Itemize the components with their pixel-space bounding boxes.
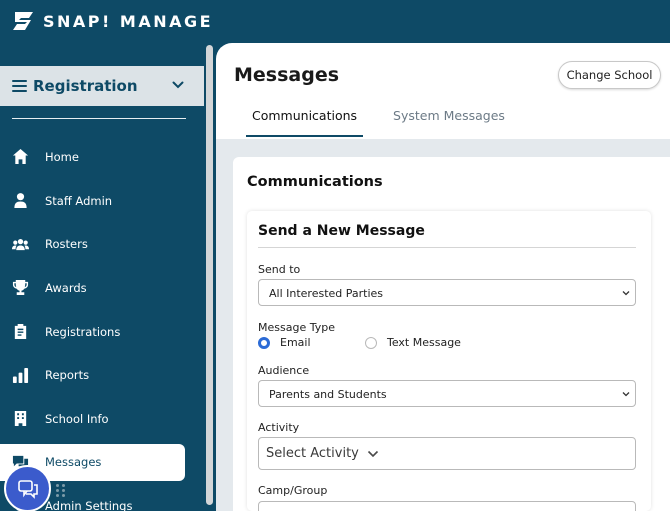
form-title: Send a New Message [258,223,425,239]
sidebar: Registration Home Staff Admin Rosters Aw… [0,43,204,511]
sidebar-item-awards[interactable]: Awards [0,266,204,310]
tab-communications[interactable]: Communications [246,105,364,137]
activity-select[interactable]: Select Activity [258,437,636,470]
brand-logo[interactable]: SNAP! MANAGE [11,10,213,32]
chevron-down-icon [172,81,184,89]
bar-chart-icon [12,367,29,384]
sidebar-item-home[interactable]: Home [0,135,204,179]
brand-name: SNAP! MANAGE [43,11,214,31]
sidebar-item-label: Rosters [45,237,88,252]
person-icon [12,192,29,209]
drag-handle-icon[interactable] [56,484,66,497]
sidebar-item-label: Registrations [45,324,121,339]
sidebar-scrollbar[interactable] [205,43,214,511]
page-title: Messages [234,64,340,86]
communications-title: Communications [247,174,383,190]
sidebar-nav: Home Staff Admin Rosters Awards Registra… [0,135,204,511]
chevron-down-icon [367,450,378,457]
send-to-label: Send to [258,263,301,276]
sidebar-item-label: School Info [45,411,109,426]
snap-logo-icon [13,12,33,30]
radio-text-message-circle[interactable] [365,336,377,349]
sidebar-item-reports[interactable]: Reports [0,353,204,397]
chat-bubble-icon [17,479,38,499]
chat-widget-button[interactable] [4,465,51,511]
sidebar-item-school-info[interactable]: School Info [0,397,204,441]
send-to-select[interactable]: All Interested Parties [258,279,636,306]
top-bar: SNAP! MANAGE [0,0,670,43]
sidebar-item-rosters[interactable]: Rosters [0,222,204,266]
home-icon [12,148,29,165]
send-message-form: Send a New Message Send to All Intereste… [247,211,651,511]
menu-icon [12,80,27,92]
sidebar-item-label: Awards [45,280,87,295]
send-to-value: All Interested Parties [269,287,384,300]
clipboard-icon [12,323,29,340]
sidebar-item-staff-admin[interactable]: Staff Admin [0,179,204,223]
chevron-down-icon [622,392,630,397]
sidebar-item-label: Staff Admin [45,193,113,208]
sidebar-divider [12,118,186,119]
radio-email-label: Email [280,336,311,349]
section-dropdown[interactable]: Registration [0,66,204,106]
communications-card: Communications Send a New Message Send t… [233,157,670,511]
users-icon [12,236,29,253]
form-divider [258,247,636,248]
content-area: Communications Send a New Message Send t… [216,139,670,511]
audience-select[interactable]: Parents and Students [258,380,636,407]
radio-text-message-label: Text Message [387,336,461,349]
tab-bar: Communications System Messages [246,105,511,137]
camp-group-label: Camp/Group [258,484,328,497]
change-school-button[interactable]: Change School [558,61,661,89]
building-icon [12,410,29,427]
audience-value: Parents and Students [269,388,387,401]
main-content: Messages Change School Communications Sy… [216,43,670,511]
scrollbar-thumb[interactable] [206,45,213,505]
activity-label: Activity [258,421,300,434]
sidebar-item-label: Admin Settings [45,498,133,511]
trophy-icon [12,279,29,296]
chevron-down-icon [622,291,630,296]
camp-group-select[interactable] [258,501,636,511]
sidebar-item-label: Messages [45,455,102,470]
radio-email[interactable]: Email [258,336,311,349]
section-title: Registration [33,77,138,95]
tab-system-messages[interactable]: System Messages [387,105,511,137]
activity-value: Select Activity [266,446,359,461]
radio-text-message[interactable]: Text Message [365,336,461,349]
sidebar-item-label: Reports [45,368,90,383]
message-type-label: Message Type [258,321,335,334]
radio-email-circle[interactable] [258,336,270,349]
sidebar-item-label: Home [45,149,79,164]
sidebar-item-registrations[interactable]: Registrations [0,310,204,354]
audience-label: Audience [258,364,310,377]
